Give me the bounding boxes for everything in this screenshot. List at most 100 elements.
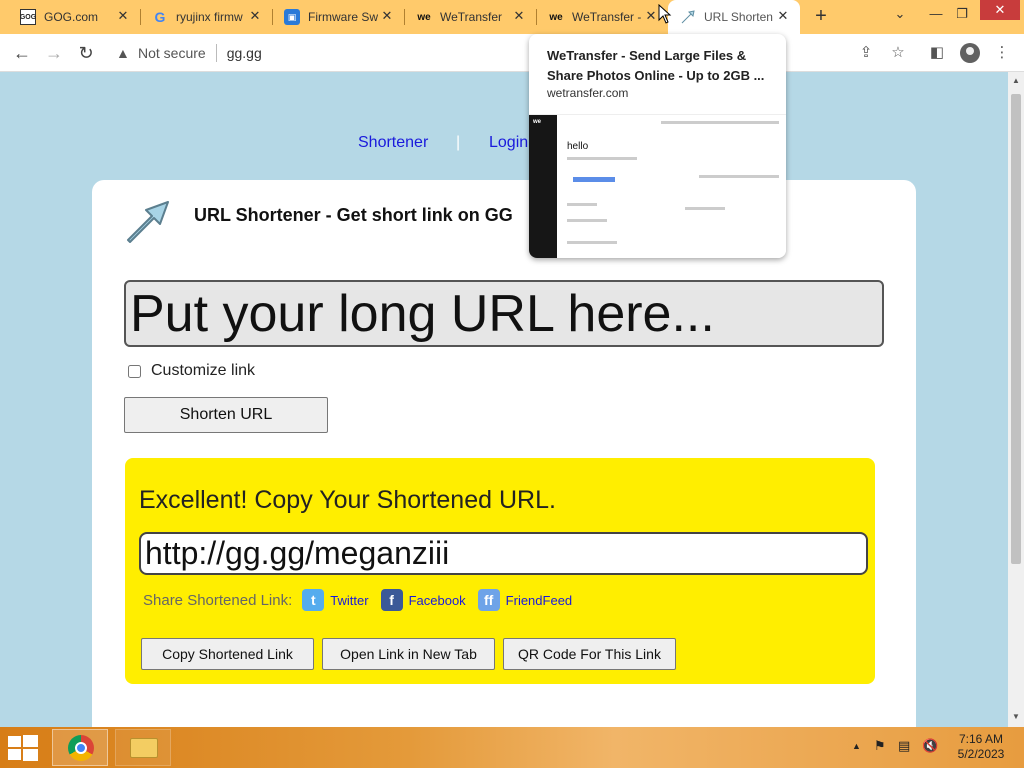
success-message: Excellent! Copy Your Shortened URL.: [139, 486, 556, 514]
result-panel: Excellent! Copy Your Shortened URL. Shar…: [125, 458, 875, 684]
tray-expand-icon[interactable]: ▲: [852, 741, 861, 751]
network-icon[interactable]: ▤: [898, 738, 910, 754]
share-icon[interactable]: ⇪: [856, 43, 876, 63]
copy-shortened-link-button[interactable]: Copy Shortened Link: [141, 638, 314, 670]
minimize-icon[interactable]: —: [926, 3, 946, 25]
long-url-input[interactable]: [124, 280, 884, 347]
scroll-down-icon[interactable]: ▼: [1011, 712, 1021, 721]
volume-muted-icon[interactable]: 🔇: [922, 738, 938, 754]
thumb-line: [661, 121, 779, 124]
share-label: Share Shortened Link:: [143, 591, 293, 609]
gog-favicon-icon: GOG: [20, 9, 36, 25]
back-icon[interactable]: ←: [11, 42, 33, 64]
wetransfer-logo-icon: we: [533, 119, 542, 125]
window-close-icon[interactable]: ✕: [980, 0, 1020, 20]
reload-icon[interactable]: ↻: [75, 42, 97, 64]
close-icon[interactable]: ✕: [776, 9, 790, 23]
firmware-favicon-icon: ▣: [284, 9, 300, 25]
url-shortener-favicon-icon: [680, 9, 696, 25]
taskbar-file-explorer[interactable]: [115, 729, 171, 766]
tab-title: WeTransfer -: [572, 10, 642, 24]
preview-thumbnail: we hello: [529, 114, 786, 258]
share-friendfeed-link[interactable]: ff FriendFeed: [477, 589, 572, 611]
arrow-logo-icon: [122, 194, 174, 246]
share-facebook-label[interactable]: Facebook: [409, 593, 466, 608]
thumb-link-highlight: [573, 177, 615, 182]
close-icon[interactable]: ✕: [644, 9, 658, 23]
taskbar-clock[interactable]: 7:16 AM 5/2/2023: [955, 732, 1007, 762]
shorten-url-button[interactable]: Shorten URL: [124, 397, 328, 433]
url-text[interactable]: gg.gg: [227, 45, 262, 61]
share-twitter-label[interactable]: Twitter: [330, 593, 368, 608]
taskbar-chrome[interactable]: [52, 729, 108, 766]
scroll-up-icon[interactable]: ▲: [1011, 76, 1021, 85]
windows-taskbar: ▲ ⚑ ▤ 🔇 7:16 AM 5/2/2023: [0, 727, 1024, 768]
profile-avatar-icon[interactable]: [960, 43, 980, 63]
mouse-cursor-icon: [658, 4, 672, 24]
thumb-sidebar: we: [529, 115, 557, 258]
open-link-new-tab-button[interactable]: Open Link in New Tab: [322, 638, 495, 670]
browser-toolbar: ← → ↻ ▲ Not secure gg.gg ⇪ ☆ ◧ ⋮: [0, 34, 1024, 72]
google-favicon-icon: G: [154, 9, 166, 25]
wetransfer-favicon-icon: we: [417, 11, 431, 23]
web-page: Shortener | Login URL Shortener - Get sh…: [0, 72, 1008, 727]
folder-icon: [130, 738, 158, 758]
tab-title: ryujinx firmw: [176, 10, 243, 24]
customize-link-option[interactable]: Customize link: [128, 362, 255, 380]
thumb-line: [685, 207, 725, 210]
nav-link-shortener[interactable]: Shortener: [358, 134, 428, 152]
qr-code-button[interactable]: QR Code For This Link: [503, 638, 676, 670]
new-tab-button[interactable]: +: [812, 6, 830, 26]
side-panel-icon[interactable]: ◧: [927, 43, 947, 63]
tab-url-shortener[interactable]: URL Shorten ✕: [668, 0, 800, 34]
warning-icon[interactable]: ▲: [116, 45, 132, 61]
clock-time: 7:16 AM: [958, 732, 1004, 746]
tab-title: URL Shorten: [704, 10, 773, 24]
tab-google[interactable]: G ryujinx firmw ✕: [132, 0, 272, 34]
tab-gog[interactable]: GOG GOG.com ✕: [0, 0, 140, 34]
forward-icon[interactable]: →: [43, 42, 65, 64]
tab-title: WeTransfer: [440, 10, 503, 24]
short-url-field[interactable]: [139, 532, 868, 575]
nav-separator: |: [456, 134, 461, 151]
chrome-icon: [68, 735, 94, 761]
thumb-heading: hello: [567, 141, 589, 152]
tab-wetransfer-1[interactable]: we WeTransfer ✕: [396, 0, 536, 34]
share-row: Share Shortened Link: t Twitter f Facebo…: [143, 588, 584, 612]
address-bar[interactable]: ▲ Not secure gg.gg: [108, 38, 520, 68]
close-icon[interactable]: ✕: [380, 9, 394, 23]
tab-hover-preview: WeTransfer - Send Large Files & Share Ph…: [529, 34, 786, 258]
share-twitter-link[interactable]: t Twitter: [302, 589, 369, 611]
scrollbar-thumb[interactable]: [1011, 94, 1021, 564]
windows-start-icon[interactable]: [8, 735, 38, 761]
thumb-line: [567, 219, 607, 222]
restore-icon[interactable]: ❐: [952, 3, 972, 25]
customize-link-label: Customize link: [151, 362, 256, 379]
tab-wetransfer-2[interactable]: we WeTransfer - ✕: [528, 0, 668, 34]
close-icon[interactable]: ✕: [248, 9, 262, 23]
preview-title: WeTransfer - Send Large Files & Share Ph…: [547, 48, 765, 83]
friendfeed-icon: ff: [477, 589, 500, 611]
thumb-line: [567, 241, 617, 244]
share-friendfeed-label[interactable]: FriendFeed: [506, 593, 572, 608]
tab-strip: GOG GOG.com ✕ G ryujinx firmw ✕ ▣ Firmwa…: [0, 0, 1024, 34]
nav-link-login[interactable]: Login: [489, 134, 528, 152]
security-label[interactable]: Not secure: [138, 45, 206, 61]
share-facebook-link[interactable]: f Facebook: [380, 589, 466, 611]
facebook-icon: f: [380, 589, 403, 611]
page-scrollbar[interactable]: ▲ ▼: [1008, 72, 1024, 727]
omnibox-divider: [215, 44, 217, 62]
thumb-line: [699, 175, 779, 178]
close-icon[interactable]: ✕: [116, 9, 130, 23]
clock-date: 5/2/2023: [957, 747, 1005, 761]
wetransfer-favicon-icon: we: [549, 11, 563, 23]
tab-firmware[interactable]: ▣ Firmware Sw ✕: [264, 0, 404, 34]
tab-search-chevron-icon[interactable]: ⌄: [890, 3, 910, 25]
tab-title: GOG.com: [44, 10, 99, 24]
menu-kebab-icon[interactable]: ⋮: [992, 43, 1012, 63]
main-card: URL Shortener - Get short link on GG Cus…: [92, 180, 916, 727]
bookmark-star-icon[interactable]: ☆: [888, 43, 908, 63]
customize-link-checkbox[interactable]: [128, 364, 141, 378]
close-icon[interactable]: ✕: [512, 9, 526, 23]
action-center-flag-icon[interactable]: ⚑: [874, 738, 886, 754]
